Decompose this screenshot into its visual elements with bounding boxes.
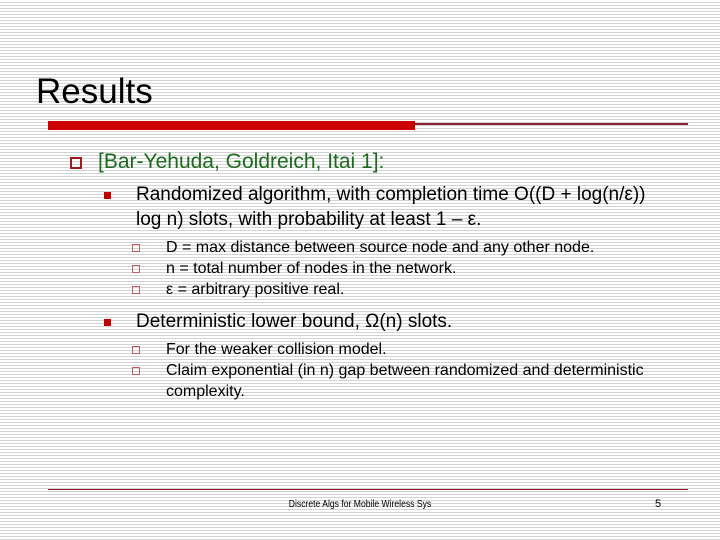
bullet-level3-definition-n: n = total number of nodes in the network… — [0, 258, 720, 279]
footer-divider — [48, 489, 688, 490]
bullet-level3-label: n = total number of nodes in the network… — [166, 260, 457, 277]
bullet-level1-label: [Bar-Yehuda, Goldreich, Itai 1]: — [98, 150, 385, 173]
hollow-square-bullet-small-icon — [132, 367, 140, 375]
bullet-level3-definition-epsilon: ε = arbitrary positive real. — [0, 279, 720, 300]
bullet-level2-randomized-algorithm: Randomized algorithm, with completion ti… — [0, 182, 720, 232]
page-title: Results — [36, 72, 153, 111]
bullet-level3-collision-model: For the weaker collision model. — [0, 339, 720, 360]
hollow-square-bullet-small-icon — [132, 286, 140, 294]
bullet-level3-label: D = max distance between source node and… — [166, 239, 595, 256]
title-underline — [48, 120, 688, 132]
bullet-level3-exponential-gap: Claim exponential (in n) gap between ran… — [0, 360, 720, 402]
footer-page-number: 5 — [654, 498, 662, 510]
hollow-square-bullet-small-icon — [132, 244, 140, 252]
bullet-level3-label: ε = arbitrary positive real. — [166, 281, 345, 298]
bullet-level2-label: Deterministic lower bound, Ω(n) slots. — [136, 311, 453, 332]
bullet-level2-label: Randomized algorithm, with completion ti… — [136, 184, 646, 230]
slide-canvas: Results [Bar-Yehuda, Goldreich, Itai 1]:… — [0, 0, 720, 540]
hollow-square-bullet-small-icon — [132, 265, 140, 273]
bullet-level1-citation: [Bar-Yehuda, Goldreich, Itai 1]: — [0, 148, 720, 175]
bullet-level3-label: Claim exponential (in n) gap between ran… — [166, 362, 644, 400]
hollow-square-bullet-small-icon — [132, 346, 140, 354]
filled-square-bullet-icon — [104, 192, 111, 199]
filled-square-bullet-icon — [104, 319, 111, 326]
bullet-level2-deterministic-lower-bound: Deterministic lower bound, Ω(n) slots. — [0, 309, 720, 334]
hollow-square-bullet-icon — [70, 157, 82, 169]
slide-body: [Bar-Yehuda, Goldreich, Itai 1]: Randomi… — [0, 148, 720, 402]
title-underline-thick-bar — [48, 121, 415, 130]
footer-title: Discrete Algs for Mobile Wireless Sys — [288, 499, 432, 510]
bullet-level3-label: For the weaker collision model. — [166, 341, 387, 358]
bullet-level3-definition-d: D = max distance between source node and… — [0, 237, 720, 258]
